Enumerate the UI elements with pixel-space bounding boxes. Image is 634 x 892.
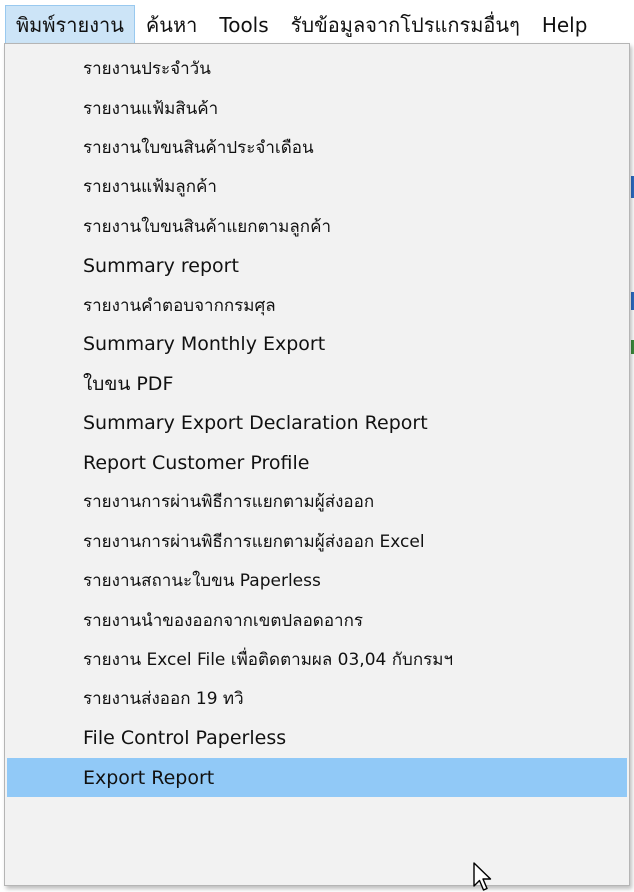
background-window-edge <box>630 46 634 892</box>
menu-print-report-label: พิมพ์รายงาน <box>16 12 124 37</box>
menu-help[interactable]: Help <box>531 5 599 45</box>
menu-item-export-19-bis-report[interactable]: รายงานส่งออก 19 ทวิ <box>7 679 627 718</box>
menu-item-monthly-declaration-report[interactable]: รายงานใบขนสินค้าประจำเดือน <box>7 128 627 167</box>
menu-item-customs-response-report[interactable]: รายงานคำตอบจากกรมศุล <box>7 285 627 324</box>
application-window: พิมพ์รายงาน ค้นหา Tools รับข้อมูลจากโปรแ… <box>0 0 634 892</box>
menu-item-label: Report Customer Profile <box>83 451 310 474</box>
menu-item-summary-export-declaration-report[interactable]: Summary Export Declaration Report <box>7 404 627 443</box>
mouse-pointer-icon <box>473 862 492 891</box>
menu-item-label: รายงานประจำวัน <box>83 59 211 80</box>
menu-item-file-control-paperless[interactable]: File Control Paperless <box>7 719 627 758</box>
menu-item-clearance-by-exporter-excel[interactable]: รายงานการผ่านพิธีการแยกตามผู้ส่งออก Exce… <box>7 522 627 561</box>
menu-item-label: รายงานนำของออกจากเขตปลอดอากร <box>83 610 364 631</box>
menu-item-label: รายงานใบขนสินค้าประจำเดือน <box>83 137 314 158</box>
menu-item-label: Summary Export Declaration Report <box>83 412 428 435</box>
menu-print-report[interactable]: พิมพ์รายงาน <box>5 4 135 45</box>
menu-item-declaration-pdf[interactable]: ใบขน PDF <box>7 364 627 403</box>
menu-item-free-zone-removal-report[interactable]: รายงานนำของออกจากเขตปลอดอากร <box>7 600 627 639</box>
menu-item-label: Export Report <box>83 766 215 789</box>
menu-item-label: รายงานแฟ้มลูกค้า <box>83 177 217 198</box>
menu-help-label: Help <box>541 12 588 37</box>
menu-import-data-label: รับข้อมูลจากโปรแกรมอื่นๆ <box>290 12 520 37</box>
menu-item-label: รายงานใบขนสินค้าแยกตามลูกค้า <box>83 216 331 237</box>
menu-item-label: Summary Monthly Export <box>83 333 326 356</box>
menu-item-customer-file-report[interactable]: รายงานแฟ้มลูกค้า <box>7 167 627 206</box>
menu-item-export-report[interactable]: Export Report <box>7 758 627 798</box>
menu-item-label: รายงานแฟ้มสินค้า <box>83 98 219 119</box>
menu-item-label: Summary report <box>83 254 239 277</box>
menu-item-declaration-by-customer-report[interactable]: รายงานใบขนสินค้าแยกตามลูกค้า <box>7 207 627 246</box>
menu-import-data[interactable]: รับข้อมูลจากโปรแกรมอื่นๆ <box>280 5 531 45</box>
menu-item-label: รายงานการผ่านพิธีการแยกตามผู้ส่งออก <box>83 492 375 513</box>
menu-item-report-customer-profile[interactable]: Report Customer Profile <box>7 443 627 482</box>
menu-item-label: File Control Paperless <box>83 727 287 750</box>
menu-tools-label: Tools <box>219 12 269 37</box>
menu-item-summary-monthly-export[interactable]: Summary Monthly Export <box>7 325 627 364</box>
menu-item-product-file-report[interactable]: รายงานแฟ้มสินค้า <box>7 88 627 127</box>
print-report-dropdown: รายงานประจำวัน รายงานแฟ้มสินค้า รายงานใบ… <box>4 43 630 886</box>
menu-item-label: ใบขน PDF <box>83 372 174 395</box>
menu-item-label: รายงานสถานะใบขน Paperless <box>83 571 321 592</box>
menu-item-label: รายงานการผ่านพิธีการแยกตามผู้ส่งออก Exce… <box>83 531 425 552</box>
menu-item-label: รายงานคำตอบจากกรมศุล <box>83 295 276 316</box>
menu-item-label: รายงาน Excel File เพื่อติดตามผล 03,04 กั… <box>83 650 454 671</box>
menu-item-excel-tracking-report[interactable]: รายงาน Excel File เพื่อติดตามผล 03,04 กั… <box>7 640 627 679</box>
menu-bar: พิมพ์รายงาน ค้นหา Tools รับข้อมูลจากโปรแ… <box>0 0 634 46</box>
menu-item-clearance-by-exporter-report[interactable]: รายงานการผ่านพิธีการแยกตามผู้ส่งออก <box>7 482 627 521</box>
menu-item-daily-report[interactable]: รายงานประจำวัน <box>7 49 627 88</box>
menu-search[interactable]: ค้นหา <box>135 5 208 45</box>
menu-tools[interactable]: Tools <box>208 5 279 45</box>
menu-item-summary-report[interactable]: Summary report <box>7 246 627 285</box>
menu-item-paperless-status-report[interactable]: รายงานสถานะใบขน Paperless <box>7 561 627 600</box>
menu-search-label: ค้นหา <box>145 12 198 37</box>
menu-item-label: รายงานส่งออก 19 ทวิ <box>83 689 244 710</box>
